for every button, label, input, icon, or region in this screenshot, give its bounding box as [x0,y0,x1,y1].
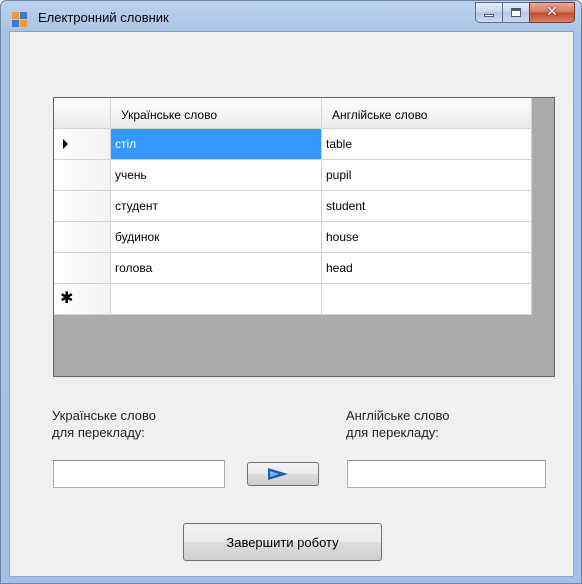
row-header[interactable] [54,129,111,160]
cell-english[interactable]: house [322,222,532,253]
column-header-english[interactable]: Англійське слово [322,98,532,129]
row-header[interactable] [54,160,111,191]
close-icon: ✕ [546,4,558,20]
english-word-input[interactable] [347,460,546,488]
cell-english[interactable]: head [322,253,532,284]
caption-buttons: ✕ [475,2,575,24]
cell-english[interactable]: pupil [322,160,532,191]
minimize-icon [484,14,494,17]
cell-english[interactable]: student [322,191,532,222]
exit-button[interactable]: Завершити роботу [183,523,382,561]
cell-ukrainian[interactable]: студент [111,191,322,222]
english-label-line1: Англійське слово [346,408,450,423]
cell-ukrainian[interactable]: будинок [111,222,322,253]
grid-corner-header[interactable] [54,98,111,129]
cell-ukrainian[interactable]: голова [111,253,322,284]
ukrainian-word-input[interactable] [53,460,225,488]
row-header[interactable] [54,191,111,222]
current-row-arrow-icon [63,139,68,149]
translate-button[interactable] [247,462,319,486]
cell-english-new[interactable] [322,284,532,315]
app-window: Електронний словник ✕ Українське слово А… [0,0,582,584]
maximize-icon [511,8,521,17]
english-label-line2: для перекладу: [346,425,439,440]
maximize-button[interactable] [502,2,529,23]
english-word-label: Англійське слово для перекладу: [346,407,449,441]
ukrainian-word-label: Українське слово для перекладу: [52,407,156,441]
dictionary-grid[interactable]: Українське слово Англійське слово стіл t… [53,97,555,377]
form-client-area: Українське слово Англійське слово стіл t… [9,31,574,577]
ukrainian-label-line2: для перекладу: [52,425,145,440]
title-bar[interactable]: Електронний словник ✕ [1,1,581,31]
row-header[interactable] [54,253,111,284]
column-header-ukrainian[interactable]: Українське слово [111,98,322,129]
cell-ukrainian[interactable]: стіл [111,129,322,160]
minimize-button[interactable] [475,2,502,23]
cell-ukrainian-new[interactable] [111,284,322,315]
ukrainian-label-line1: Українське слово [52,408,157,423]
row-header[interactable] [54,222,111,253]
close-button[interactable]: ✕ [529,2,575,23]
cell-english[interactable]: table [322,129,532,160]
new-row-asterisk-icon: ✱ [60,288,74,307]
app-icon [12,12,28,28]
cell-ukrainian[interactable]: учень [111,160,322,191]
window-title: Електронний словник [38,10,169,25]
row-header[interactable]: ✱ [54,284,111,315]
